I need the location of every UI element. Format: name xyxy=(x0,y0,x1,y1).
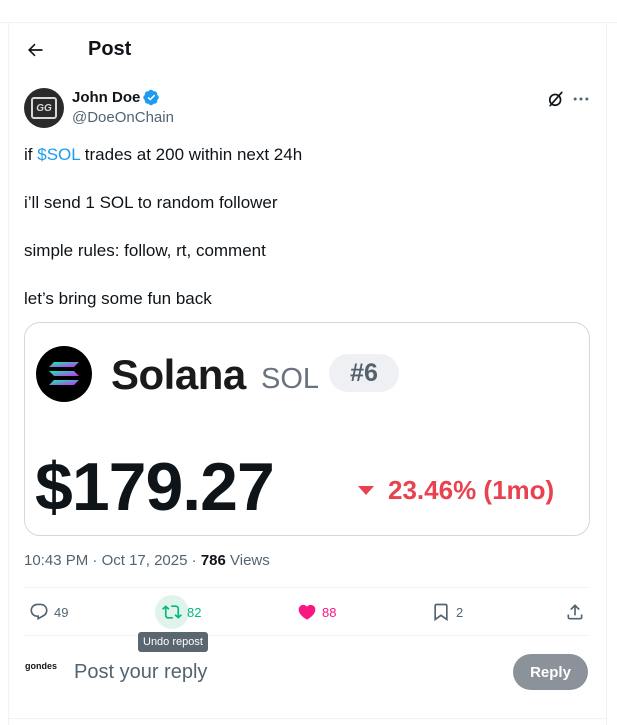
page-title: Post xyxy=(88,38,132,60)
reply-avatar: gondes xyxy=(25,661,58,671)
tweet-line-3: simple rules: follow, rt, comment xyxy=(24,241,266,260)
down-triangle-icon xyxy=(358,486,374,495)
solana-logo-icon xyxy=(36,346,92,402)
post-meta: 10:43 PM · Oct 17, 2025 · 786 Views xyxy=(24,552,270,569)
post-time[interactable]: 10:43 PM xyxy=(24,552,88,569)
repost-icon xyxy=(162,605,182,619)
tweet-line-1-suffix: trades at 200 within next 24h xyxy=(80,145,303,164)
repost-tooltip: Undo repost xyxy=(138,632,208,652)
bookmark-icon xyxy=(434,603,448,622)
grok-icon[interactable] xyxy=(546,89,566,109)
reply-input[interactable] xyxy=(74,658,494,686)
like-icon-wrap[interactable] xyxy=(290,595,324,629)
like-action[interactable]: 88 xyxy=(290,598,336,626)
tweet-line-1-prefix: if xyxy=(24,145,38,164)
author-row: GG John Doe @DoeOnChain xyxy=(24,87,594,131)
reply-count: 49 xyxy=(54,604,69,620)
divider xyxy=(8,718,606,719)
share-icon xyxy=(567,604,583,620)
rank-badge: #6 xyxy=(329,354,399,392)
share-action[interactable] xyxy=(558,598,592,626)
share-icon-wrap[interactable] xyxy=(558,595,592,629)
like-count: 88 xyxy=(322,604,337,620)
author-display-name[interactable]: John Doe xyxy=(72,89,140,106)
tweet-line-2: i’ll send 1 SOL to random follower xyxy=(24,193,278,212)
divider xyxy=(24,587,589,588)
author-handle[interactable]: @DoeOnChain xyxy=(72,109,174,126)
views-count: 786 xyxy=(200,552,226,569)
coin-name: Solana xyxy=(111,351,246,398)
cashtag-link[interactable]: $SOL xyxy=(37,145,80,164)
verified-badge-icon[interactable] xyxy=(143,89,160,106)
back-button[interactable] xyxy=(18,33,52,67)
post-header: Post xyxy=(8,23,606,76)
heart-icon xyxy=(298,604,316,620)
coin-symbol: SOL xyxy=(261,363,320,395)
column-right-border xyxy=(606,23,607,725)
price-change-value: 23.46% (1mo) xyxy=(388,475,555,505)
reply-button[interactable]: Reply xyxy=(513,654,588,690)
reply-icon xyxy=(30,603,48,621)
arrow-left-icon xyxy=(27,43,43,56)
bookmark-action[interactable]: 2 xyxy=(424,598,463,626)
avatar-logo: GG xyxy=(31,97,57,119)
reply-action[interactable]: 49 xyxy=(22,598,68,626)
post-date[interactable]: Oct 17, 2025 xyxy=(102,552,188,569)
tweet-text: if $SOL trades at 200 within next 24h i’… xyxy=(24,143,589,335)
bookmark-icon-wrap[interactable] xyxy=(424,595,458,629)
repost-count: 82 xyxy=(187,604,202,620)
reply-icon-wrap[interactable] xyxy=(22,595,56,629)
media-card[interactable]: Solana SOL #6 $179.27 23.46% (1mo) xyxy=(24,322,590,536)
views-label: Views xyxy=(225,552,270,569)
more-icon[interactable] xyxy=(571,89,591,109)
price-change: 23.46% (1mo) xyxy=(358,475,554,506)
column-left-border xyxy=(8,23,9,725)
meta-separator: · xyxy=(88,552,102,569)
repost-icon-wrap[interactable] xyxy=(155,595,189,629)
meta-separator-2: · xyxy=(187,552,201,569)
tweet-line-4: let’s bring some fun back xyxy=(24,289,212,308)
divider xyxy=(24,635,589,636)
coin-price: $179.27 xyxy=(35,449,275,525)
author-avatar[interactable]: GG xyxy=(24,88,64,128)
tweet-line-1: if $SOL trades at 200 within next 24h xyxy=(24,143,589,167)
repost-action[interactable]: 82 xyxy=(155,595,202,629)
bookmark-count: 2 xyxy=(456,604,464,620)
author-name-line: John Doe xyxy=(72,89,160,106)
